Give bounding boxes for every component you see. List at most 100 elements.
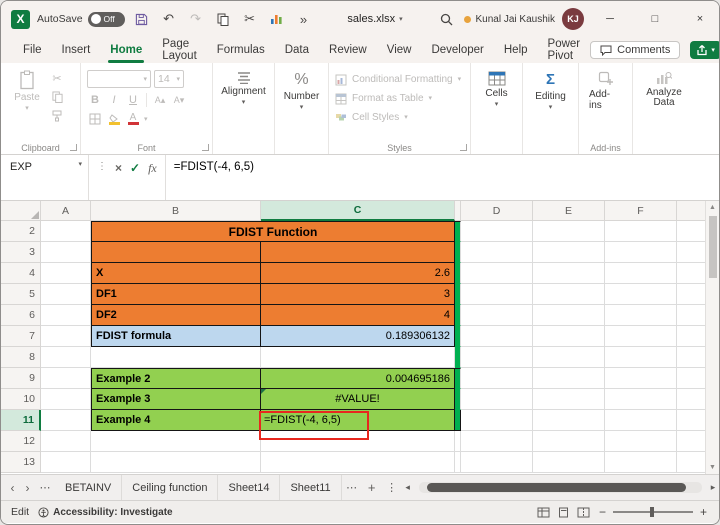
row-header-2[interactable]: 2 [1, 221, 41, 242]
cell[interactable] [461, 410, 533, 431]
cell-C8[interactable] [261, 347, 455, 368]
row-header-7[interactable]: 7 [1, 326, 41, 347]
row-header-8[interactable]: 8 [1, 347, 41, 368]
grow-font-icon[interactable]: A▴ [152, 93, 168, 107]
zoom-out-button[interactable]: − [599, 505, 606, 519]
autosave-toggle[interactable]: Off [88, 12, 125, 27]
dialog-launcher-icon[interactable] [70, 144, 77, 151]
cell[interactable] [605, 242, 677, 263]
number-button[interactable]: % Number ▾ [281, 67, 322, 111]
more-sheets-icon[interactable]: ⋯ [35, 481, 55, 494]
autosave-control[interactable]: AutoSave Off [37, 12, 125, 27]
row-header-4[interactable]: 4 [1, 263, 41, 284]
cut-icon[interactable]: ✂ [49, 71, 65, 85]
column-header-D[interactable]: D [461, 201, 533, 221]
insert-function-icon[interactable]: fx [148, 161, 157, 176]
cell-B6[interactable]: DF2 [91, 305, 261, 326]
formula-input[interactable]: =FDIST(-4, 6,5) [166, 155, 719, 200]
minimize-button[interactable]: ─ [591, 1, 629, 37]
cell-B13[interactable] [91, 452, 261, 473]
cell[interactable] [533, 305, 605, 326]
italic-button[interactable]: I [106, 93, 122, 107]
cell-B8[interactable] [91, 347, 261, 368]
row-header-3[interactable]: 3 [1, 242, 41, 263]
row-header-12[interactable]: 12 [1, 431, 41, 452]
zoom-slider[interactable] [613, 511, 693, 513]
format-as-table-button[interactable]: Format as Table ▾ [335, 90, 461, 107]
editing-button[interactable]: Σ Editing ▾ [529, 67, 572, 111]
tab-page-layout[interactable]: Page Layout [152, 37, 207, 63]
cell[interactable] [605, 263, 677, 284]
excel-logo-icon[interactable]: X [11, 10, 30, 29]
page-break-preview-icon[interactable] [577, 507, 590, 518]
cell-B2-C2-merged[interactable]: FDIST Function [91, 221, 455, 242]
sheet-nav-right-icon[interactable]: › [20, 481, 35, 495]
cell[interactable] [605, 326, 677, 347]
cell[interactable] [41, 368, 91, 389]
tab-help[interactable]: Help [494, 37, 538, 63]
cell-B9[interactable]: Example 2 [91, 368, 261, 389]
font-size-select[interactable]: 14 ▾ [154, 70, 184, 88]
cell[interactable] [41, 347, 91, 368]
chart-icon[interactable] [267, 13, 287, 25]
select-all-corner[interactable] [1, 201, 41, 221]
cell-C7[interactable]: 0.189306132 [261, 326, 455, 347]
column-header-B[interactable]: B [91, 201, 261, 221]
zoom-slider-knob[interactable] [650, 507, 654, 517]
column-header-C[interactable]: C [261, 201, 455, 221]
cells-button[interactable]: Cells ▾ [477, 67, 516, 108]
cell[interactable] [461, 221, 533, 242]
account-chip[interactable]: Kunal Jai Kaushik [464, 14, 556, 25]
share-button[interactable]: ▾ [690, 41, 720, 59]
dialog-launcher-icon[interactable] [202, 144, 209, 151]
sheet-tab-sheet11[interactable]: Sheet11 [280, 475, 341, 500]
tab-splitter-icon[interactable]: ⋮ [382, 481, 402, 494]
chevron-down-icon[interactable]: ▾ [78, 161, 82, 168]
cell[interactable] [41, 305, 91, 326]
analyze-data-button[interactable]: Analyze Data [639, 67, 689, 108]
tab-power-pivot[interactable]: Power Pivot [538, 37, 591, 63]
cell[interactable] [533, 347, 605, 368]
cell[interactable] [605, 389, 677, 410]
scroll-right-icon[interactable]: ▸ [707, 482, 719, 493]
cell[interactable] [533, 368, 605, 389]
cell-C5[interactable]: 3 [261, 284, 455, 305]
accessibility-status[interactable]: Accessibility: Investigate [38, 507, 173, 518]
cell[interactable] [605, 305, 677, 326]
cell-C9[interactable]: 0.004695186 [261, 368, 455, 389]
cell-C12[interactable] [261, 431, 455, 452]
tab-formulas[interactable]: Formulas [207, 37, 275, 63]
cell[interactable] [605, 347, 677, 368]
cell[interactable] [605, 368, 677, 389]
tab-file[interactable]: File [13, 37, 52, 63]
shrink-font-icon[interactable]: A▾ [171, 93, 187, 107]
cell[interactable] [461, 305, 533, 326]
avatar[interactable]: KJ [562, 8, 584, 30]
zoom-in-button[interactable]: + [700, 505, 707, 519]
name-box[interactable]: EXP ▾ [1, 155, 89, 200]
row-header-13[interactable]: 13 [1, 452, 41, 473]
cut-icon[interactable]: ✂ [240, 11, 260, 27]
redo-icon[interactable]: ↷ [186, 11, 206, 27]
cell[interactable] [41, 221, 91, 242]
row-header-5[interactable]: 5 [1, 284, 41, 305]
tab-review[interactable]: Review [319, 37, 377, 63]
cell[interactable] [533, 452, 605, 473]
cell[interactable] [41, 410, 91, 431]
sheet-nav-left-icon[interactable]: ‹ [5, 481, 20, 495]
cell[interactable] [605, 431, 677, 452]
more-commands-icon[interactable]: » [294, 12, 314, 27]
cell[interactable] [533, 431, 605, 452]
cell[interactable] [533, 389, 605, 410]
cell[interactable] [605, 284, 677, 305]
maximize-button[interactable]: □ [636, 1, 674, 37]
cell[interactable] [461, 368, 533, 389]
cell[interactable] [461, 242, 533, 263]
horizontal-scrollbar[interactable] [419, 482, 702, 493]
close-button[interactable]: × [681, 1, 719, 37]
column-header-F[interactable]: F [605, 201, 677, 221]
vertical-scrollbar[interactable]: ▲ ▼ [705, 201, 719, 474]
cell[interactable] [461, 431, 533, 452]
font-color-icon[interactable]: A [125, 112, 141, 126]
save-icon[interactable] [132, 13, 152, 26]
